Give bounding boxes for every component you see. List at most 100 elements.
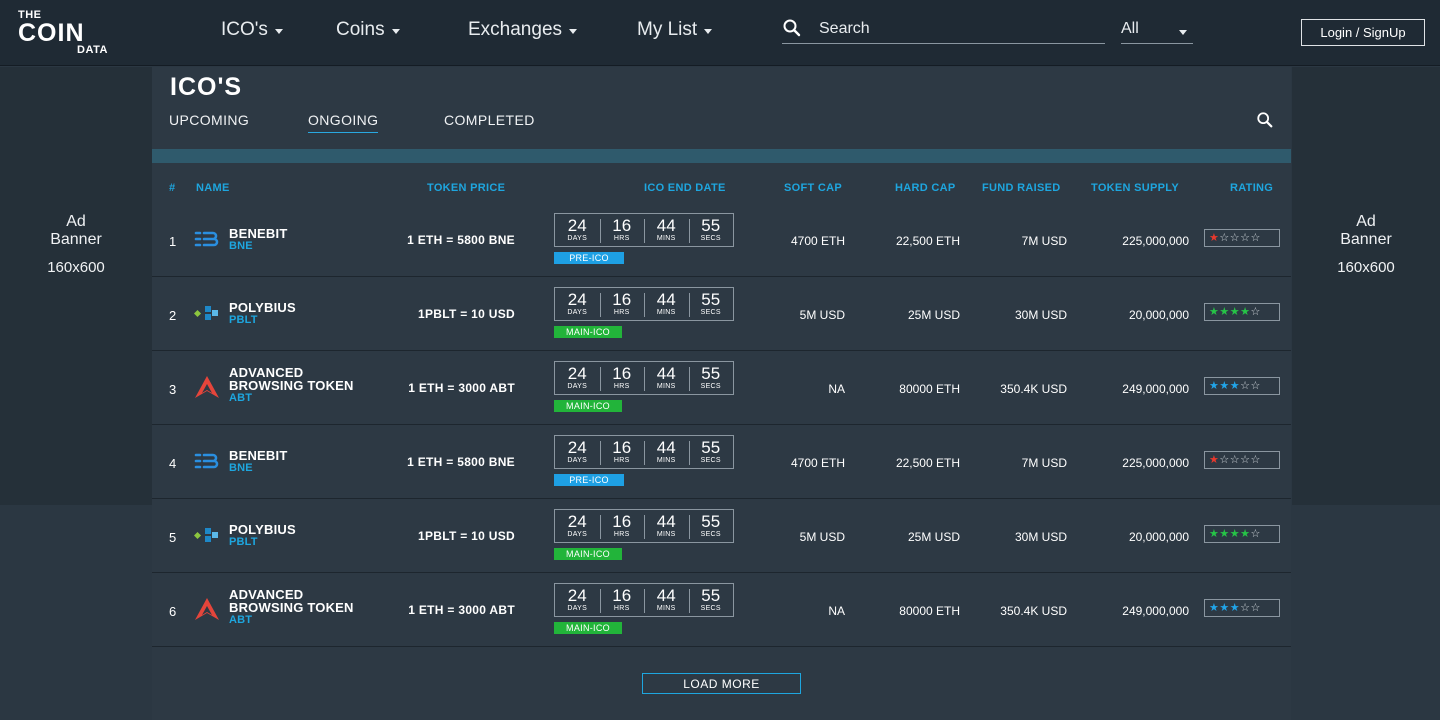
row-number: 4 bbox=[169, 456, 177, 471]
filter-selected-value: All bbox=[1121, 20, 1139, 37]
timer-days-label: DAYS bbox=[567, 235, 588, 242]
timer-days: 24 DAYS bbox=[555, 584, 600, 616]
token-price: 1 ETH = 3000 ABT bbox=[408, 381, 515, 395]
col-header-fund-raised[interactable]: FUND RAISED bbox=[982, 182, 1060, 194]
coin-name[interactable]: ADVANCED BROWSING TOKEN ABT bbox=[229, 366, 369, 404]
table-row[interactable]: 3 ADVANCED BROWSING TOKEN ABT 1 ETH = 3000 … bbox=[152, 351, 1291, 425]
token-price: 1 ETH = 3000 ABT bbox=[408, 603, 515, 617]
table-row[interactable]: 4 BENEBIT BNE 1 ETH = 5800 BNE 24 DAYS 16 HRS 44… bbox=[152, 425, 1291, 499]
top-header: THE COIN DATA ICO's Coins Exchanges My L… bbox=[0, 0, 1440, 66]
search-input[interactable] bbox=[819, 16, 1099, 42]
star-rating[interactable]: ★★★★☆ bbox=[1204, 525, 1280, 543]
soft-cap: 4700 ETH bbox=[790, 234, 845, 248]
star-rating[interactable]: ★★★☆☆ bbox=[1204, 599, 1280, 617]
table-row[interactable]: 5 POLYBIUS PBLT 1PBLT = 10 USD 24 DAYS 16 HRS 44… bbox=[152, 499, 1291, 573]
timer-secs-value: 55 bbox=[701, 364, 721, 383]
hard-cap: 25M USD bbox=[907, 308, 960, 322]
abt-icon bbox=[194, 375, 220, 399]
timer-secs-label: SECS bbox=[700, 531, 721, 538]
star-filled-icon: ★ bbox=[1209, 306, 1220, 318]
timer-mins-label: MINS bbox=[656, 605, 676, 612]
nav-icos[interactable]: ICO's bbox=[221, 19, 283, 41]
coin-name[interactable]: ADVANCED BROWSING TOKEN ABT bbox=[229, 588, 369, 626]
benebit-icon bbox=[194, 449, 220, 473]
timer-secs-value: 55 bbox=[701, 290, 721, 309]
timer-hrs-label: HRS bbox=[613, 531, 630, 538]
star-rating[interactable]: ★★★★☆ bbox=[1204, 303, 1280, 321]
col-header-name[interactable]: NAME bbox=[196, 182, 230, 194]
timer-days-value: 24 bbox=[567, 586, 587, 605]
timer-secs: 55 SECS bbox=[688, 510, 734, 542]
ad-line1: Ad bbox=[66, 213, 86, 230]
col-header-soft-cap[interactable]: SOFT CAP bbox=[784, 182, 842, 194]
tab-ongoing[interactable]: ONGOING bbox=[308, 112, 379, 133]
star-filled-icon: ★ bbox=[1229, 528, 1241, 540]
soft-cap: 4700 ETH bbox=[790, 456, 845, 470]
coin-name[interactable]: BENEBIT BNE bbox=[229, 449, 287, 474]
login-signup-button[interactable]: Login / SignUp bbox=[1301, 19, 1425, 46]
timer-secs: 55 SECS bbox=[688, 584, 734, 616]
star-filled-icon: ★ bbox=[1219, 602, 1230, 614]
timer-days: 24 DAYS bbox=[555, 288, 600, 320]
nav-coins-label: Coins bbox=[336, 19, 385, 40]
timer-secs-value: 55 bbox=[701, 438, 721, 457]
ad-banner-left[interactable]: Ad Banner 160x600 bbox=[0, 67, 152, 505]
table-row[interactable]: 2 POLYBIUS PBLT 1PBLT = 10 USD 24 DAYS 16 HRS 44… bbox=[152, 277, 1291, 351]
star-empty-icon: ☆ bbox=[1250, 454, 1261, 466]
table-row[interactable]: 6 ADVANCED BROWSING TOKEN ABT 1 ETH = 3000 … bbox=[152, 573, 1291, 647]
col-header-rating[interactable]: RATING bbox=[1230, 182, 1273, 194]
timer-hrs-label: HRS bbox=[613, 383, 630, 390]
col-header-token-price[interactable]: TOKEN PRICE bbox=[427, 182, 505, 194]
search-icon[interactable] bbox=[782, 18, 802, 38]
ico-stage-badge: MAIN-ICO bbox=[554, 326, 622, 338]
fund-raised: 350.4K USD bbox=[1000, 604, 1067, 618]
search-filter-select[interactable]: All bbox=[1121, 16, 1193, 44]
ad-banner-right[interactable]: Ad Banner 160x600 bbox=[1292, 67, 1440, 505]
timer-hrs: 16 HRS bbox=[599, 214, 645, 246]
star-rating[interactable]: ★★★☆☆ bbox=[1204, 377, 1280, 395]
col-header-hard-cap[interactable]: HARD CAP bbox=[895, 182, 955, 194]
timer-days: 24 DAYS bbox=[555, 214, 600, 246]
star-empty-icon: ☆ bbox=[1250, 602, 1261, 614]
star-empty-icon: ☆ bbox=[1240, 602, 1251, 614]
star-empty-icon: ☆ bbox=[1229, 454, 1241, 466]
benebit-icon bbox=[194, 227, 220, 251]
nav-my-list[interactable]: My List bbox=[637, 19, 713, 41]
fund-raised: 7M USD bbox=[1021, 234, 1067, 248]
star-filled-icon: ★ bbox=[1229, 306, 1241, 318]
timer-secs: 55 SECS bbox=[688, 436, 734, 468]
timer-days-label: DAYS bbox=[567, 531, 588, 538]
caret-down-icon bbox=[569, 28, 578, 34]
nav-coins[interactable]: Coins bbox=[336, 19, 400, 41]
hard-cap: 80000 ETH bbox=[899, 382, 960, 396]
timer-hrs-value: 16 bbox=[612, 364, 632, 383]
token-price: 1PBLT = 10 USD bbox=[417, 529, 515, 543]
star-rating[interactable]: ★☆☆☆☆ bbox=[1204, 451, 1280, 469]
soft-cap: NA bbox=[828, 382, 845, 396]
coin-name[interactable]: BENEBIT BNE bbox=[229, 227, 287, 252]
timer-days-value: 24 bbox=[567, 216, 587, 235]
col-header-ico-end-date[interactable]: ICO END DATE bbox=[644, 182, 726, 194]
timer-mins-value: 44 bbox=[656, 512, 676, 531]
coin-name[interactable]: POLYBIUS PBLT bbox=[229, 301, 296, 326]
load-more-button[interactable]: LOAD MORE bbox=[642, 673, 801, 694]
table-top-bar bbox=[152, 149, 1291, 163]
row-number: 1 bbox=[169, 234, 177, 249]
table-row[interactable]: 1 BENEBIT BNE 1 ETH = 5800 BNE 24 DAYS 16 HRS 44… bbox=[152, 203, 1291, 277]
fund-raised: 7M USD bbox=[1021, 456, 1067, 470]
nav-exchanges[interactable]: Exchanges bbox=[468, 19, 578, 41]
col-header-token-supply[interactable]: TOKEN SUPPLY bbox=[1091, 182, 1179, 194]
tab-upcoming[interactable]: UPCOMING bbox=[169, 112, 249, 128]
timer-hrs-value: 16 bbox=[612, 586, 632, 605]
search-icon[interactable] bbox=[1256, 111, 1274, 129]
star-empty-icon: ☆ bbox=[1219, 454, 1230, 466]
timer-mins: 44 MINS bbox=[644, 584, 689, 616]
star-empty-icon: ☆ bbox=[1250, 232, 1261, 244]
ad-label: Ad Banner bbox=[0, 213, 152, 249]
coin-name[interactable]: POLYBIUS PBLT bbox=[229, 523, 296, 548]
site-logo[interactable]: THE COIN DATA bbox=[18, 9, 108, 57]
timer-days-label: DAYS bbox=[567, 309, 588, 316]
tab-completed[interactable]: COMPLETED bbox=[444, 112, 535, 128]
star-rating[interactable]: ★☆☆☆☆ bbox=[1204, 229, 1280, 247]
ico-stage-badge: MAIN-ICO bbox=[554, 622, 622, 634]
